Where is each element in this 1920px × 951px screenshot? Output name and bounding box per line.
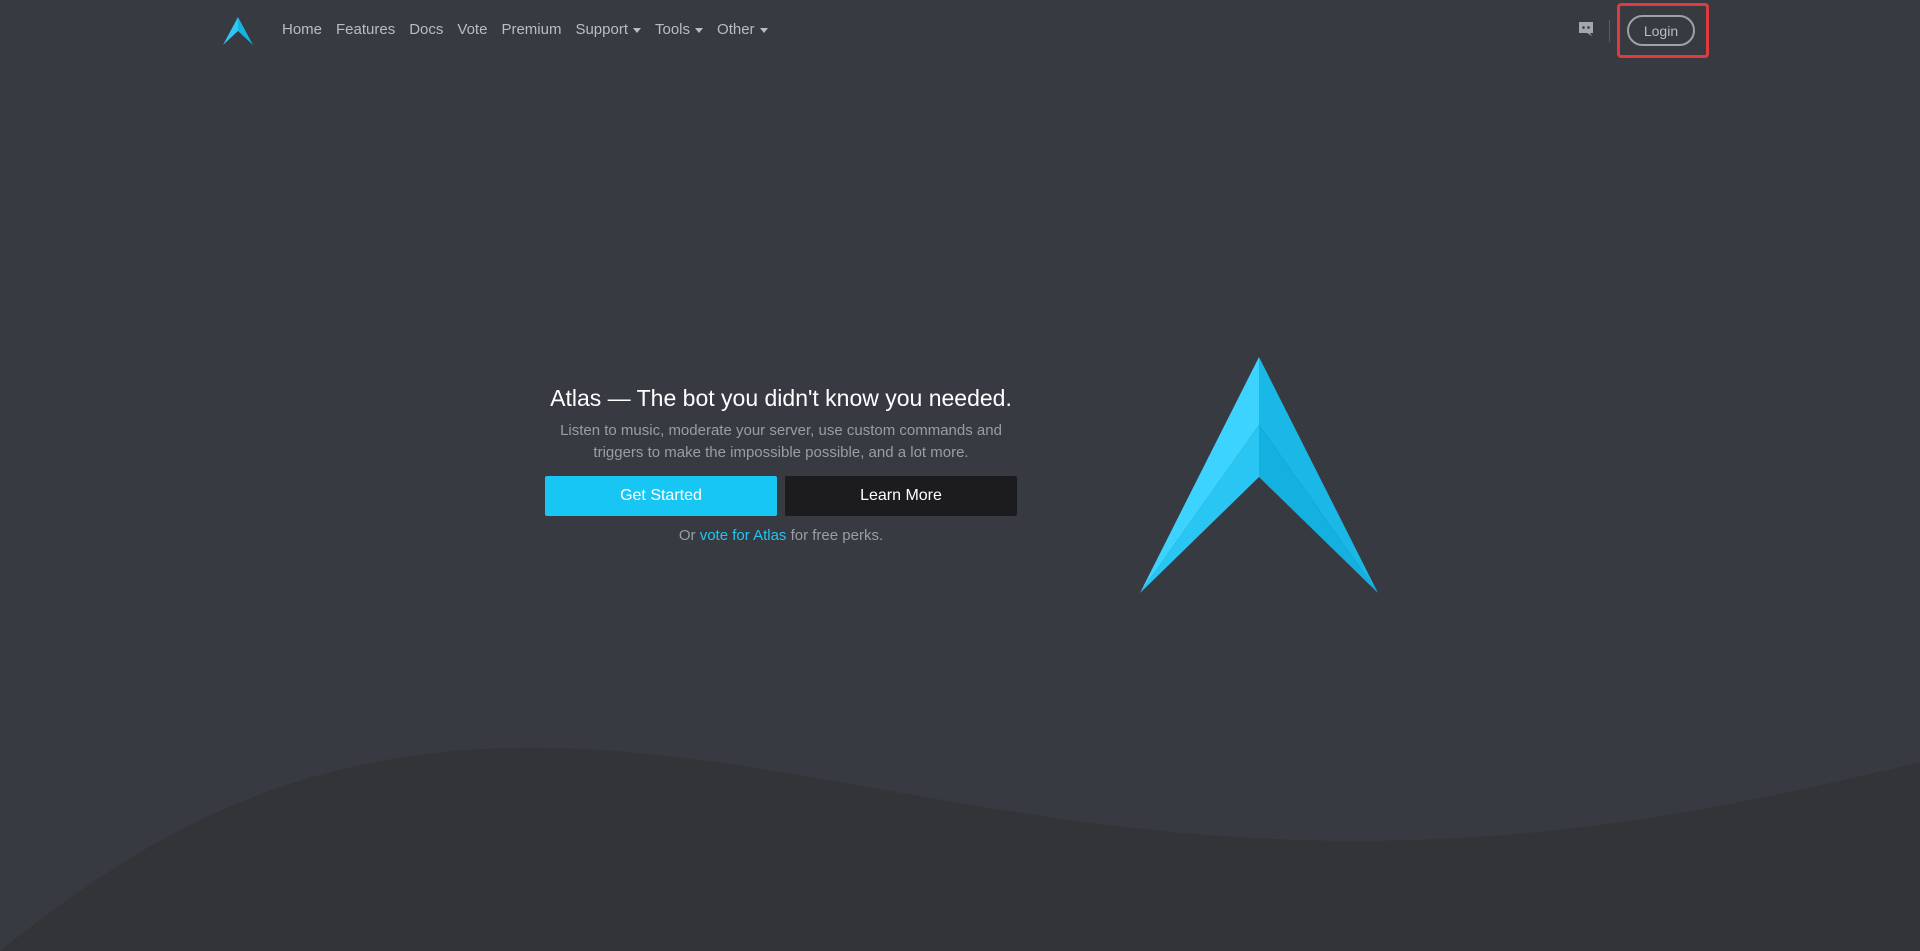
nav-premium[interactable]: Premium (501, 21, 561, 38)
hero-subtitle-line2: triggers to make the impossible possible… (593, 444, 969, 461)
vote-text: Or vote for Atlas for free perks. (530, 526, 1032, 546)
page: Home Features Docs Vote Premium Support … (0, 0, 1920, 951)
nav-other-dropdown[interactable]: Other (717, 21, 768, 38)
nav-features[interactable]: Features (336, 21, 395, 38)
vote-for-atlas-link[interactable]: vote for Atlas (700, 527, 787, 544)
hero-buttons: Get Started Learn More (530, 476, 1032, 516)
top-navbar: Home Features Docs Vote Premium Support … (0, 0, 1920, 62)
caret-down-icon (759, 27, 768, 33)
nav-support-label: Support (575, 21, 628, 38)
hero-subtitle-line1: Listen to music, moderate your server, u… (560, 422, 1002, 439)
learn-more-button[interactable]: Learn More (785, 476, 1017, 516)
vote-suffix: for free perks. (790, 527, 884, 544)
nav-vote[interactable]: Vote (457, 21, 487, 38)
nav-premium-label: Premium (501, 21, 562, 38)
hero-section: Atlas — The bot you didn't know you need… (530, 382, 1032, 546)
nav-tools-label: Tools (655, 21, 691, 38)
caret-down-icon (633, 27, 641, 33)
hero-title: Atlas — The bot you didn't know you need… (550, 385, 1012, 411)
login-button-label: Login (1643, 22, 1679, 39)
atlas-large-logo-icon (1140, 357, 1378, 593)
nav-other-label: Other (717, 21, 755, 38)
nav-support-dropdown[interactable]: Support (575, 21, 641, 38)
nav-tools-dropdown[interactable]: Tools (655, 21, 704, 38)
hero-subtitle: Listen to music, moderate your server, u… (530, 420, 1032, 464)
atlas-logo-icon[interactable] (222, 16, 254, 46)
nav-docs[interactable]: Docs (409, 21, 443, 38)
nav-features-label: Features (336, 21, 396, 38)
nav-home[interactable]: Home (282, 21, 322, 38)
nav-links: Home Features Docs Vote Premium Support … (282, 21, 782, 38)
nav-vote-label: Vote (457, 21, 488, 38)
nav-divider (1609, 20, 1610, 42)
login-button[interactable]: Login (1627, 15, 1695, 46)
caret-down-icon (695, 27, 704, 33)
nav-home-label: Home (282, 21, 323, 38)
get-started-button[interactable]: Get Started (545, 476, 777, 516)
nav-docs-label: Docs (409, 21, 444, 38)
discord-icon[interactable] (1578, 22, 1594, 36)
vote-prefix: Or (678, 527, 696, 544)
